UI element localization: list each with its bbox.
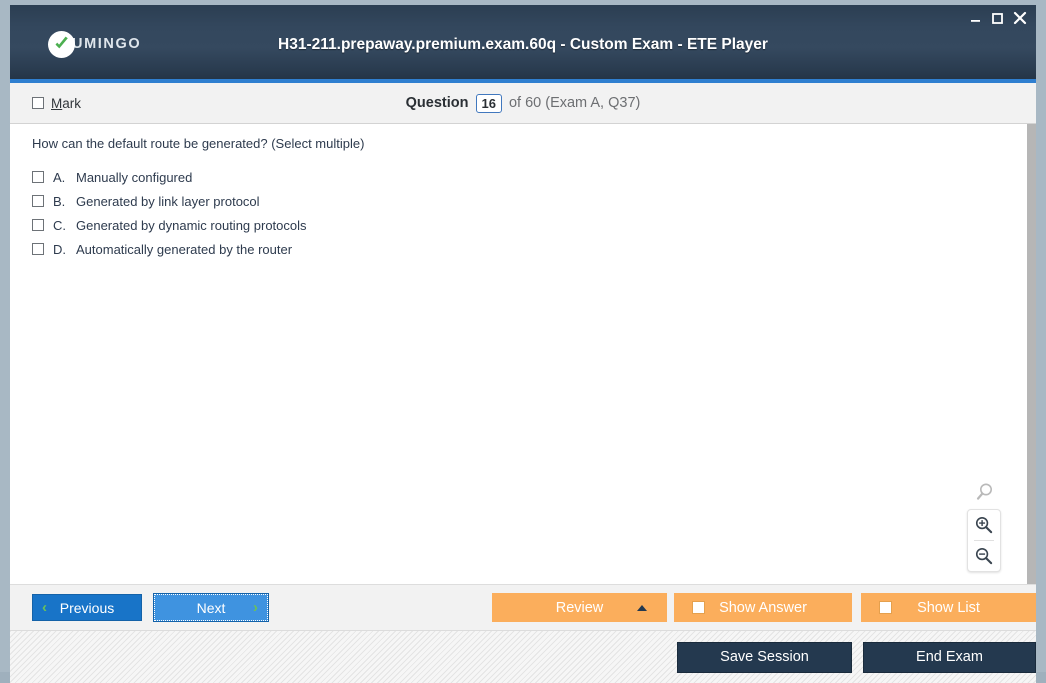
show-answer-label: Show Answer [719,599,807,616]
zoom-in-icon [975,516,993,534]
answer-option-b[interactable]: B. Generated by link layer protocol [32,189,1027,213]
close-icon[interactable] [1013,11,1027,29]
window-frame: UMINGO H31-211.prepaway.premium.exam.60q… [10,5,1036,683]
show-list-button[interactable]: Show List [861,593,1036,622]
show-answer-checkbox[interactable] [692,601,705,614]
question-total-label: of 60 (Exam A, Q37) [508,95,641,111]
answer-letter-c: C. [53,217,66,233]
answer-checkbox-a[interactable] [32,171,44,183]
answer-letter-a: A. [53,169,66,185]
answer-text-d: Automatically generated by the router [76,241,293,257]
end-exam-button[interactable]: End Exam [863,641,1036,673]
answer-checkbox-d[interactable] [32,243,44,255]
save-session-label: Save Session [720,649,809,665]
answer-letter-b: B. [53,193,66,209]
next-button[interactable]: Next › [153,593,269,622]
show-list-checkbox[interactable] [879,601,892,614]
answer-option-c[interactable]: C. Generated by dynamic routing protocol… [32,213,1027,237]
question-number-field[interactable]: 16 [475,93,502,113]
answer-option-a[interactable]: A. Manually configured [32,165,1027,189]
navigation-toolbar: ‹ Previous Next › Review Show Answer Sho… [10,584,1036,630]
answer-text-a: Manually configured [76,169,193,185]
question-content-area: How can the default route be generated? … [10,124,1036,584]
footer-bar: Save Session End Exam [10,630,1036,683]
maximize-icon[interactable] [991,12,1004,29]
search-icon-wrapper[interactable] [967,482,1001,503]
show-list-label: Show List [917,599,980,616]
vumingo-logo: UMINGO [48,29,141,59]
window-controls [969,11,1027,29]
check-circle-icon [48,30,75,58]
next-button-label: Next [196,599,226,616]
answer-option-d[interactable]: D. Automatically generated by the router [32,237,1027,261]
zoom-in-button[interactable] [967,510,1001,540]
answer-text-b: Generated by link layer protocol [76,193,260,209]
window-title: H31-211.prepaway.premium.exam.60q - Cust… [278,36,768,53]
answer-text-c: Generated by dynamic routing protocols [76,217,307,233]
caret-up-icon [637,604,647,611]
question-counter: Question 16 of 60 (Exam A, Q37) [10,93,1036,113]
zoom-tools [967,482,1001,572]
answer-checkbox-b[interactable] [32,195,44,207]
answer-checkbox-c[interactable] [32,219,44,231]
title-bar: UMINGO H31-211.prepaway.premium.exam.60q… [10,5,1036,83]
zoom-out-button[interactable] [967,541,1001,571]
chevron-right-icon: › [253,599,258,616]
question-text: How can the default route be generated? … [32,136,365,151]
show-answer-button[interactable]: Show Answer [674,593,852,622]
zoom-panel [967,509,1001,572]
logo-wordmark: UMINGO [72,36,142,52]
chevron-left-icon: ‹ [42,599,47,616]
minimize-icon[interactable] [969,12,982,29]
search-icon [976,483,992,500]
answer-options-list: A. Manually configured B. Generated by l… [32,165,1027,261]
question-label: Question [405,95,469,111]
zoom-out-icon [975,547,993,565]
review-button[interactable]: Review [492,593,667,622]
save-session-button[interactable]: Save Session [677,641,852,673]
previous-button-label: Previous [59,599,115,616]
app-window: UMINGO H31-211.prepaway.premium.exam.60q… [0,0,1046,683]
previous-button[interactable]: ‹ Previous [32,594,142,621]
end-exam-label: End Exam [916,649,983,665]
review-button-label: Review [555,599,604,616]
question-header-bar: Mark Question 16 of 60 (Exam A, Q37) [10,83,1036,124]
answer-letter-d: D. [53,241,66,257]
